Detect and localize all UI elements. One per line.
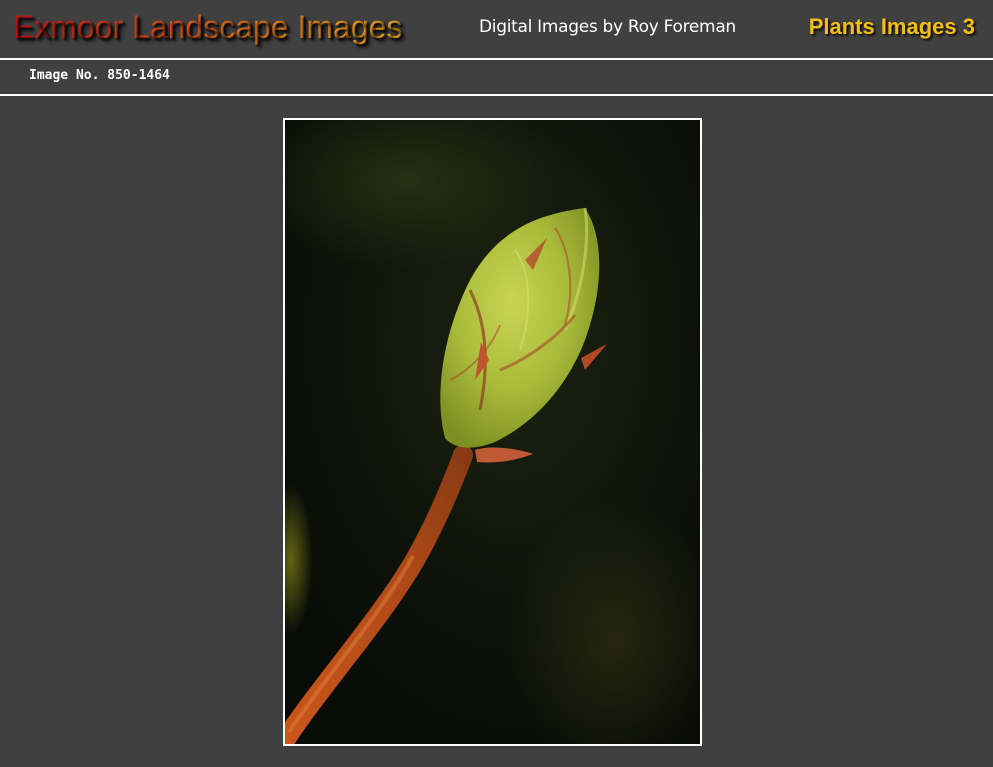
page: Exmoor Landscape Images Digital Images b… <box>0 0 993 767</box>
section-title: Plants Images 3 <box>808 14 975 39</box>
image-number: Image No. 850-1464 <box>29 68 170 83</box>
photo-frame[interactable] <box>283 118 702 746</box>
site-title[interactable]: Exmoor Landscape Images <box>13 7 403 47</box>
header-divider <box>0 58 993 60</box>
header: Exmoor Landscape Images Digital Images b… <box>0 0 993 58</box>
site-subtitle: Digital Images by Roy Foreman <box>479 17 736 37</box>
subheader-divider <box>0 94 993 96</box>
flower-bud-photo <box>285 120 700 744</box>
